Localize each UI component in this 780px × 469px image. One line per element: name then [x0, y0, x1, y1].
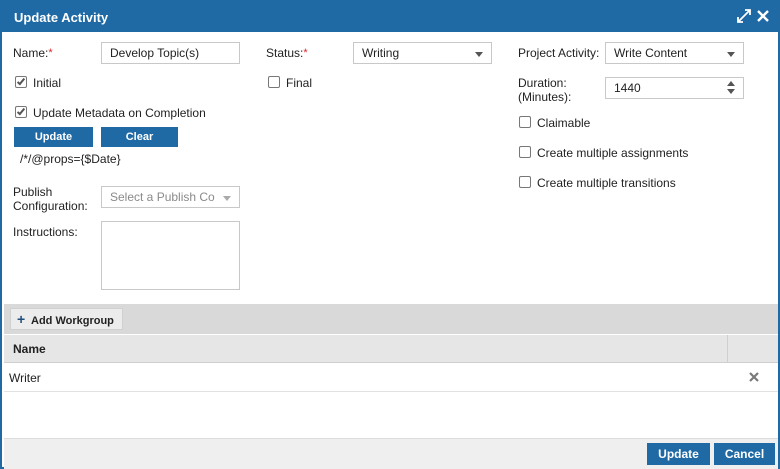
multiple-transitions-label: Create multiple transitions [537, 176, 676, 190]
metadata-update-button[interactable]: Update [14, 127, 93, 147]
add-workgroup-label: Add Workgroup [31, 315, 114, 327]
multiple-transitions-checkbox[interactable] [519, 176, 531, 188]
final-checkbox[interactable] [268, 76, 280, 88]
status-label: Status:* [266, 46, 308, 60]
metadata-clear-button[interactable]: Clear [101, 127, 178, 147]
spinner-arrows-icon[interactable] [727, 81, 735, 95]
instructions-textarea[interactable] [101, 221, 240, 290]
update-metadata-checkbox[interactable] [15, 106, 27, 118]
publish-label-line1: Publish [13, 185, 53, 199]
plus-icon: + [17, 311, 26, 327]
workgroup-grid-header: Name [4, 335, 778, 363]
publish-configuration-select[interactable]: Select a Publish Co [101, 186, 240, 208]
publish-configuration-label: Publish Configuration: [13, 185, 88, 213]
update-metadata-label: Update Metadata on Completion [33, 106, 206, 120]
claimable-checkbox[interactable] [519, 116, 531, 128]
spinner-down-icon [727, 89, 735, 94]
instructions-label: Instructions: [13, 225, 78, 239]
project-activity-value: Write Content [614, 46, 688, 60]
spinner-up-icon [727, 81, 735, 86]
name-required-marker: * [48, 47, 53, 59]
chevron-down-icon [727, 52, 735, 57]
name-label-text: Name: [13, 46, 49, 60]
checkmark-icon [16, 106, 26, 116]
status-required-marker: * [303, 47, 308, 59]
expand-arrows-icon[interactable] [735, 7, 753, 25]
add-workgroup-button[interactable]: + Add Workgroup [10, 308, 123, 330]
column-header-name[interactable]: Name [13, 342, 46, 356]
duration-input[interactable]: 1440 [605, 77, 744, 99]
duration-label: Duration: (Minutes): [518, 76, 571, 104]
chevron-down-icon [475, 52, 483, 57]
table-row[interactable]: Writer [4, 364, 778, 392]
workgroup-name-cell: Writer [9, 371, 41, 385]
status-select[interactable]: Writing [353, 42, 492, 64]
claimable-label: Claimable [537, 116, 591, 130]
update-button[interactable]: Update [647, 443, 710, 465]
multiple-assignments-checkbox[interactable] [519, 146, 531, 158]
dialog-titlebar: Update Activity [2, 2, 778, 32]
multiple-assignments-label: Create multiple assignments [537, 146, 689, 160]
column-divider [727, 335, 728, 363]
close-icon[interactable] [754, 7, 772, 25]
remove-icon[interactable] [746, 369, 762, 385]
checkmark-icon [16, 76, 26, 86]
name-input[interactable]: Develop Topic(s) [101, 42, 240, 64]
project-activity-label: Project Activity: [518, 46, 600, 60]
duration-value: 1440 [614, 81, 641, 95]
initial-checkbox[interactable] [15, 76, 27, 88]
update-activity-dialog: Update Activity Name:* Develop Topic(s) … [0, 0, 780, 469]
name-label: Name:* [13, 46, 53, 60]
duration-label-line2: (Minutes): [518, 90, 572, 104]
metadata-expression: /*/@props={$Date} [20, 152, 121, 166]
chevron-down-icon [223, 196, 231, 201]
duration-label-line1: Duration: [518, 76, 567, 90]
final-label: Final [286, 76, 313, 90]
status-label-text: Status: [266, 46, 304, 60]
dialog-footer: Update Cancel [4, 438, 778, 469]
status-value: Writing [362, 46, 400, 60]
publish-placeholder-text: Select a Publish Co [110, 190, 215, 204]
dialog-title: Update Activity [14, 10, 109, 25]
project-activity-select[interactable]: Write Content [605, 42, 744, 64]
cancel-button[interactable]: Cancel [714, 443, 775, 465]
workgroup-toolbar: + Add Workgroup [4, 304, 778, 334]
publish-label-line2: Configuration: [13, 199, 88, 213]
initial-label: Initial [33, 76, 62, 90]
